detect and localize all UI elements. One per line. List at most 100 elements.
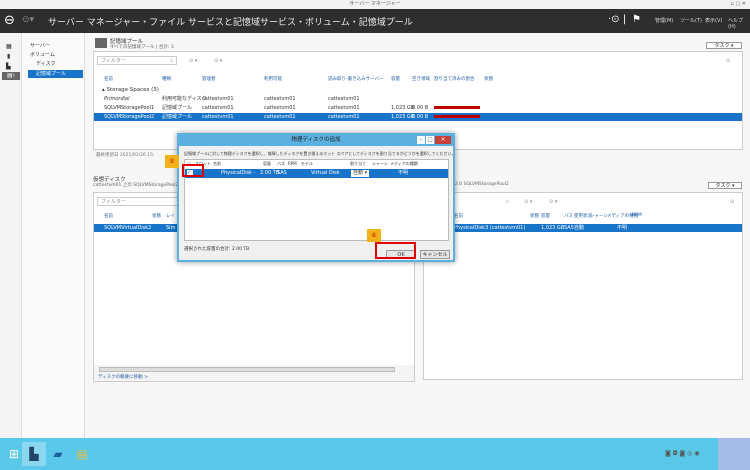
col-manager[interactable]: 管理者 — [202, 76, 216, 82]
file-services-icon[interactable]: ▤› — [2, 72, 20, 80]
query-options-icon[interactable]: ⊙ ▾ — [189, 58, 197, 64]
refresh-icon[interactable]: ·⊙ | — [608, 14, 626, 25]
sidebar-item-storage-pools[interactable]: 記憶域プール — [28, 70, 83, 78]
expand-icon[interactable]: ⊙ — [730, 199, 734, 205]
col-free[interactable]: 空き領域 — [412, 76, 430, 82]
vdisk-overview-link[interactable]: ディスクの概要に移動 > — [98, 374, 148, 380]
window-controls[interactable]: ▫ ▢ ✕ — [731, 0, 746, 9]
cell-capacity: 1,023 GB — [391, 114, 415, 120]
col-name[interactable]: 名前 — [104, 76, 113, 82]
query-options-icon[interactable]: ⊙ ▾ — [524, 199, 532, 205]
window-titlebar: サーバー マネージャー ▫ ▢ ✕ — [0, 0, 750, 9]
dialog-title: 物理ディスクの追加 — [291, 137, 341, 143]
col-name[interactable]: 名前 — [104, 213, 113, 219]
col-media[interactable]: メディアの種類 — [390, 161, 418, 167]
pdisks-tasks-button[interactable]: タスク ▾ — [708, 182, 742, 189]
minimize-button[interactable]: – — [417, 136, 425, 144]
sidebar-item-disks[interactable]: ディスク — [28, 60, 83, 68]
col-bus[interactable]: バス — [564, 213, 573, 219]
pdisks-subtitle: 2.0 SQLVMStoragePool2 — [455, 182, 509, 187]
col-name[interactable]: 名前 — [454, 213, 463, 219]
icon-strip: ▦ ▮ ▙ ▤› — [0, 33, 22, 438]
horizontal-scrollbar[interactable] — [99, 367, 395, 372]
table-row-selected[interactable]: ✓ PhysicalDisk -2.00 TB SAS Virtual Disk 自… — [185, 169, 448, 178]
col-bus[interactable]: バス — [277, 161, 285, 167]
col-status[interactable]: 状態 — [530, 213, 539, 219]
menu-tools[interactable]: ツール(T) — [680, 17, 702, 24]
expand-icon[interactable]: ⊙ — [726, 58, 730, 64]
table-row-selected[interactable]: SQLVMStoragePool2 記憶域プール cattestvm01 cattes… — [94, 113, 742, 121]
callout-6: ⑥ — [367, 229, 381, 242]
flag-icon[interactable]: ⚑ — [632, 14, 641, 25]
tasks-label: タスク — [715, 183, 731, 189]
dashboard-icon[interactable]: ▦ — [6, 43, 12, 50]
dialog-instruction: 記憶域プールに対して物理ディスクを選択し、故障したディスクを置き換えるホット ス… — [184, 151, 456, 156]
allocation-select[interactable]: 自動 ▾ — [351, 170, 370, 177]
search-icon: ⌕ — [506, 199, 509, 205]
col-available[interactable]: 利用可能 — [264, 76, 282, 82]
cell-name: SQLVMStoragePool1 — [104, 105, 155, 111]
vdisks-filter-input[interactable]: フィルター — [97, 197, 187, 206]
save-query-icon[interactable]: ⊙ ▾ — [549, 199, 557, 205]
table-row[interactable]: Primordial 利用可能なディスク cattestvm01 cattestvm0… — [94, 95, 742, 103]
powershell-icon[interactable]: ▰ — [46, 442, 70, 466]
group-header[interactable]: ▴ Storage Spaces (3) — [94, 86, 742, 94]
col-allocation[interactable]: 割り当て — [350, 161, 366, 167]
col-layout[interactable]: レイ — [166, 213, 175, 219]
clock-area[interactable] — [718, 438, 750, 470]
cell-capacity: 1,023 GB — [541, 225, 565, 231]
menu-view[interactable]: 表示(V) — [705, 17, 722, 24]
col-capacity[interactable]: 容量 — [391, 76, 400, 82]
cell-name: PhysicalDisk - — [221, 170, 256, 176]
close-button[interactable]: ✕ — [435, 136, 451, 144]
col-model[interactable]: モデル — [301, 161, 313, 167]
sidebar-item-volumes[interactable]: ボリューム — [28, 51, 83, 59]
col-allocated[interactable]: 割り当て済みの割合 — [434, 76, 475, 82]
col-rpm[interactable]: RPM — [632, 213, 642, 218]
back-icon[interactable]: ⊖ — [4, 13, 15, 28]
local-server-icon[interactable]: ▮ — [7, 53, 10, 60]
explorer-icon[interactable]: ▤ — [70, 442, 94, 466]
server-manager-icon[interactable]: ▙ — [22, 442, 46, 466]
col-chassis[interactable]: シャーシ — [372, 161, 388, 167]
cell-free: 0.00 B — [412, 114, 429, 120]
cell-name: SQLVMVirtualDisk2 — [104, 225, 152, 231]
col-status[interactable]: 状態 — [152, 213, 161, 219]
cell-type: 記憶域プール — [162, 105, 193, 111]
cell-type: 記憶域プール — [162, 114, 193, 120]
pools-filter-input[interactable]: フィルター ⌕ — [97, 56, 177, 65]
sidebar-item-servers[interactable]: サーバー — [28, 42, 83, 50]
total-label: 選択された容量の合計: — [184, 247, 231, 252]
save-query-icon[interactable]: ⊙ ▾ — [214, 58, 222, 64]
cell-manager: cattestvm01 — [202, 105, 234, 111]
cell-bus: SAS — [277, 170, 287, 176]
maximize-button[interactable]: ▢ — [426, 136, 434, 144]
storage-pool-icon — [95, 38, 107, 48]
taskbar: ⊞ ▙ ▰ ▤ ◙ ◘ ◙ ◎ ◉ — [0, 438, 750, 470]
cell-rw: cattestvm01 — [328, 96, 360, 102]
menu-help[interactable]: ヘルプ(H) — [728, 17, 750, 30]
checkbox-highlight — [182, 164, 204, 177]
col-capacity[interactable]: 容量 — [263, 161, 271, 167]
window-title: サーバー マネージャー — [349, 1, 401, 7]
forward-icon[interactable]: ⊙▾ — [22, 15, 34, 25]
pools-tasks-button[interactable]: タスク ▾ — [706, 42, 742, 49]
col-rpm[interactable]: RPM — [288, 161, 297, 166]
cancel-button[interactable]: キャンセル — [420, 250, 450, 259]
col-rw-server[interactable]: 読み取り-書き込みサーバー — [328, 76, 384, 82]
disk-list: ☑ スロット 名前 容量 バス RPM モデル 割り当て シャーシ メディアの種類 ✓ Physi… — [184, 159, 449, 241]
tray-icons[interactable]: ◙ ◘ ◙ ◎ ◉ — [665, 450, 700, 457]
table-row-selected[interactable]: PhysicalDisk3 (cattestvm01) 1,023 GB SAS 自動… — [424, 224, 742, 232]
col-status[interactable]: 状態 — [484, 76, 493, 82]
cell-capacity: 1,023 GB — [391, 105, 415, 111]
col-capacity[interactable]: 容量 — [541, 213, 550, 219]
col-type[interactable]: 種類 — [162, 76, 171, 82]
cell-rw: cattestvm01 — [328, 114, 360, 120]
table-row[interactable]: SQLVMStoragePool1 記憶域プール cattestvm01 cattes… — [94, 104, 742, 112]
pools-table-header: 名前 種類 管理者 利用可能 読み取り-書き込みサーバー 容量 空き領域 割り当… — [94, 76, 742, 84]
col-chassis[interactable]: シャーシ — [590, 213, 608, 219]
cell-type: 利用可能なディスク — [162, 96, 207, 102]
col-name[interactable]: 名前 — [213, 161, 221, 167]
menu-manage[interactable]: 管理(M) — [655, 17, 673, 24]
all-servers-icon[interactable]: ▙ — [6, 63, 11, 70]
